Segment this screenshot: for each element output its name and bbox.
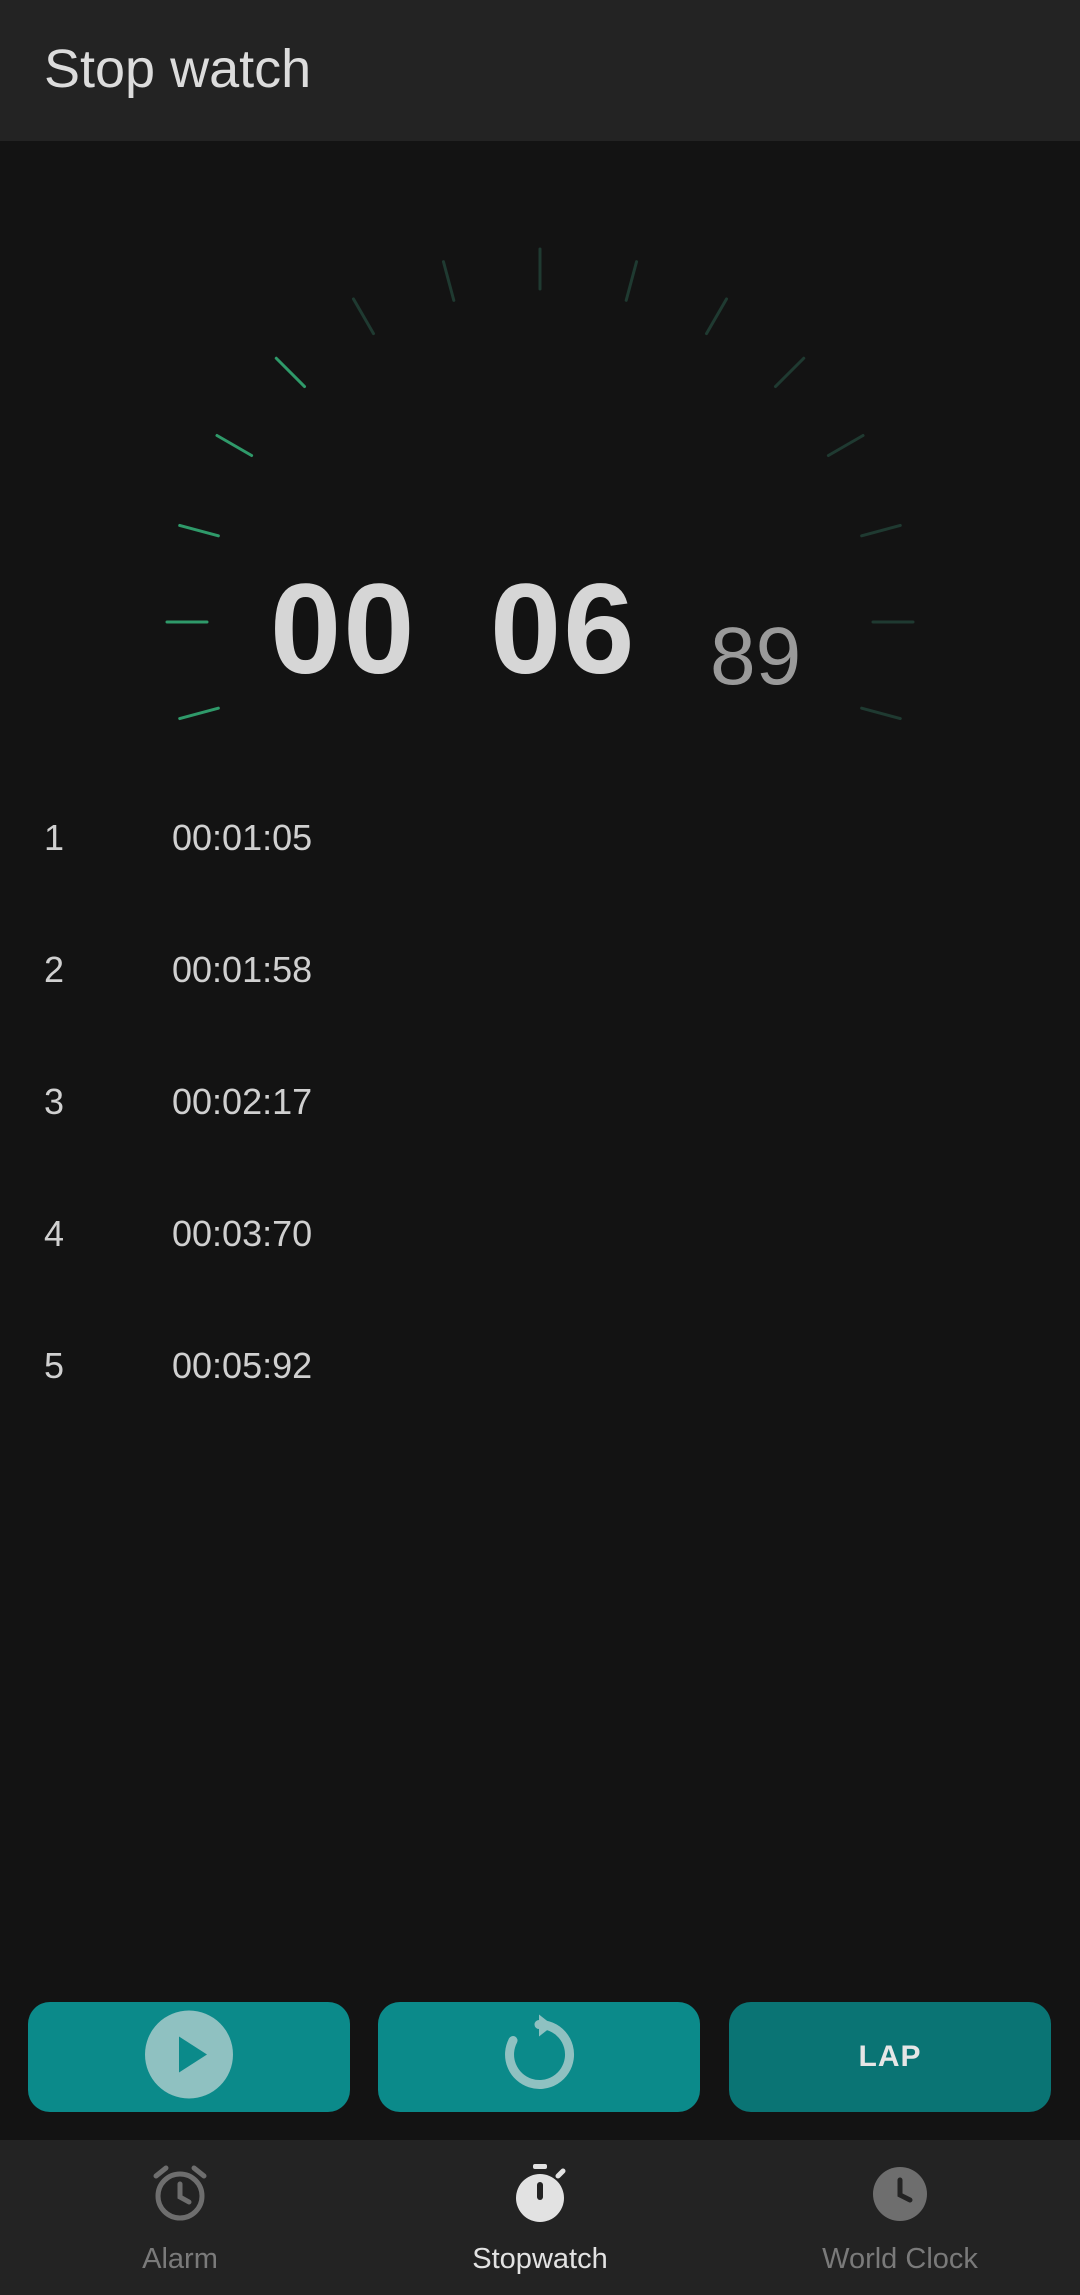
timer-minutes: 00 (270, 558, 417, 701)
lap-index: 5 (44, 1345, 65, 1386)
stopwatch-icon (508, 2162, 572, 2231)
nav-label-world-clock: World Clock (822, 2243, 978, 2275)
dial-tick (178, 706, 220, 721)
timer-seconds: 06 (490, 558, 637, 701)
lap-list: 1 00:01:05 2 00:01:58 3 00:02:17 4 00:03… (0, 776, 1080, 1436)
lap-index: 3 (44, 1081, 65, 1122)
timer-display: 00 06 89 (0, 558, 1080, 702)
start-button[interactable] (28, 2002, 350, 2112)
app-bar: Stop watch (0, 0, 1080, 141)
reset-icon (499, 2014, 579, 2100)
lap-button-label: LAP (858, 2040, 922, 2073)
lap-row: 3 00:02:17 (0, 1040, 1080, 1172)
play-icon (144, 2010, 234, 2105)
nav-item-stopwatch[interactable]: Stopwatch (360, 2140, 720, 2295)
lap-row: 1 00:01:05 (0, 776, 1080, 908)
lap-row: 5 00:05:92 (0, 1304, 1080, 1436)
dial-tick (860, 706, 902, 721)
nav-label-alarm: Alarm (142, 2243, 218, 2275)
lap-row: 2 00:01:58 (0, 908, 1080, 1040)
page-title: Stop watch (44, 39, 312, 99)
nav-label-stopwatch: Stopwatch (472, 2243, 608, 2275)
dial-tick (705, 297, 728, 336)
nav-item-alarm[interactable]: Alarm (0, 2140, 360, 2295)
lap-row: 4 00:03:70 (0, 1172, 1080, 1304)
dial-tick (773, 356, 806, 389)
dial-tick (860, 523, 902, 538)
bottom-navigation: Alarm Stopwatch World Clock (0, 2140, 1080, 2295)
alarm-clock-icon (148, 2162, 212, 2231)
lap-index: 2 (44, 949, 65, 990)
dial-tick (178, 523, 220, 538)
nav-item-world-clock[interactable]: World Clock (720, 2140, 1080, 2295)
clock-icon (868, 2162, 932, 2231)
lap-index: 4 (44, 1213, 65, 1254)
lap-index: 1 (44, 817, 65, 858)
lap-time: 00:05:92 (172, 1345, 313, 1386)
lap-time: 00:03:70 (172, 1213, 313, 1254)
dial-tick (274, 356, 307, 389)
dial-tick (624, 260, 639, 302)
timer-hundredths: 89 (710, 611, 802, 702)
lap-time: 00:02:17 (172, 1081, 313, 1122)
lap-time: 00:01:05 (172, 817, 313, 858)
dial-tick (826, 434, 865, 457)
stopwatch-screen: Stop watch 00 06 89 1 00:01:05 2 00:01:5… (0, 0, 1080, 2295)
lap-button[interactable]: LAP (729, 2002, 1051, 2112)
lap-time: 00:01:58 (172, 949, 313, 990)
reset-button[interactable] (378, 2002, 700, 2112)
dial-tick (441, 260, 456, 302)
dial-tick (352, 297, 375, 336)
dial-tick (215, 434, 254, 457)
